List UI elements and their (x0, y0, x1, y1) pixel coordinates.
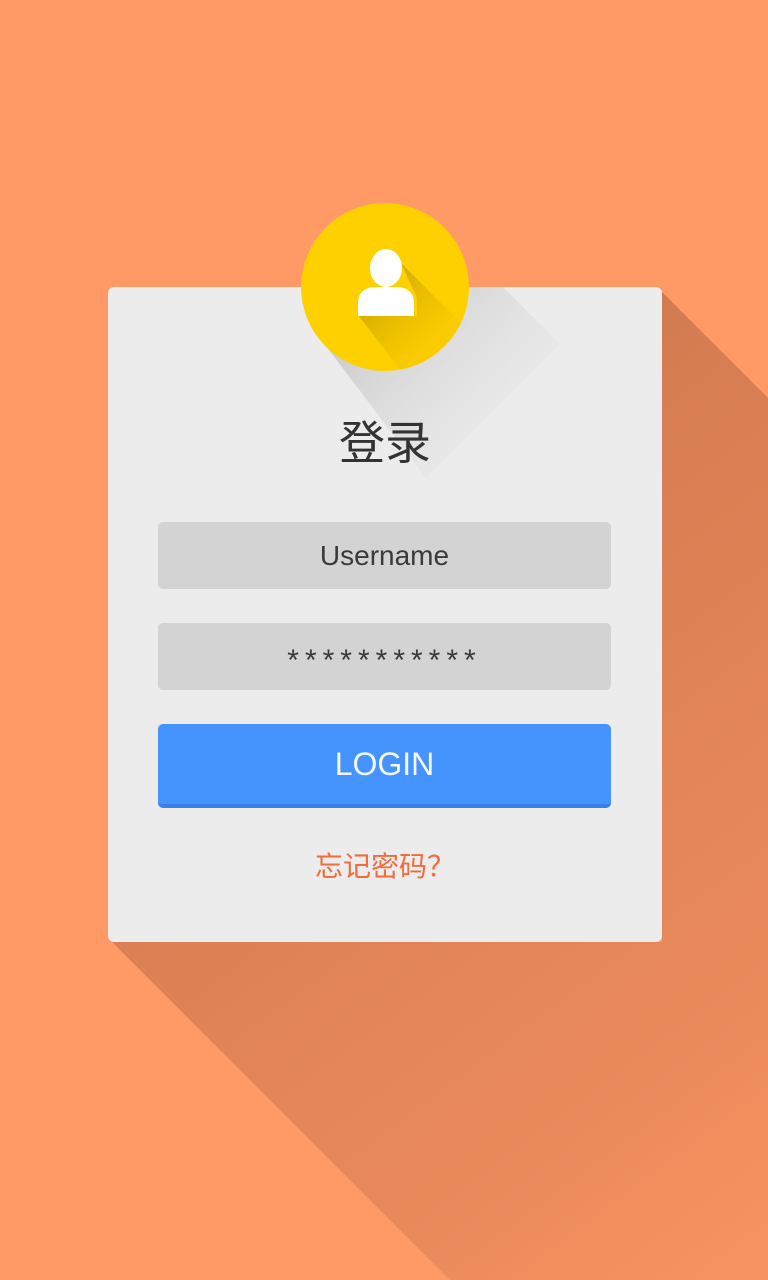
user-icon (358, 249, 469, 371)
username-field[interactable]: Username (158, 522, 611, 589)
password-field[interactable]: *********** (158, 623, 611, 690)
login-card (108, 287, 662, 942)
avatar (301, 203, 469, 371)
username-placeholder: Username (319, 539, 450, 571)
login-button-label: LOGIN (334, 745, 435, 782)
forgot-password-link[interactable]: 忘记密码？ (108, 845, 662, 885)
login-title: 登录 (339, 416, 431, 470)
password-mask: *********** (287, 643, 482, 677)
login-button[interactable]: LOGIN (158, 724, 611, 808)
